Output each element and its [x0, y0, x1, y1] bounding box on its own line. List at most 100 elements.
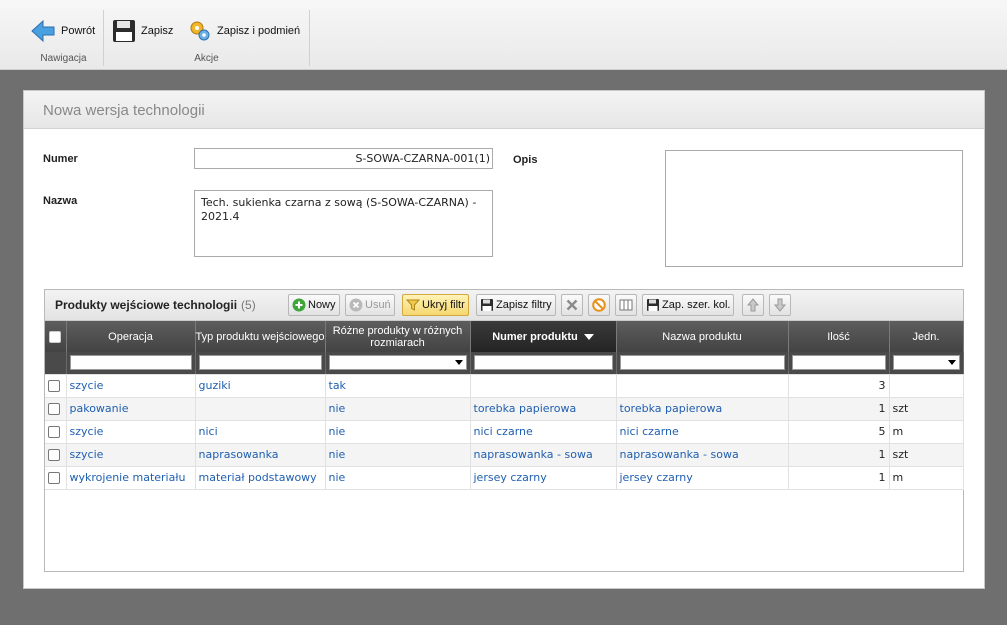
filter-unit-select[interactable]	[892, 355, 960, 371]
grid-title: Produkty wejściowe technologii (5)	[55, 298, 256, 312]
funnel-icon	[406, 299, 420, 311]
filter-spacer	[45, 352, 67, 375]
columns-button[interactable]	[615, 294, 637, 316]
floppy-disk-icon	[113, 20, 135, 42]
number-field[interactable]: S-SOWA-CZARNA-001(1)	[194, 148, 493, 169]
different-sizes-link[interactable]: nie	[329, 425, 346, 438]
arrow-down-icon	[773, 298, 787, 312]
select-all-checkbox[interactable]	[45, 321, 67, 352]
product-name-link[interactable]: jersey czarny	[620, 471, 693, 484]
sort-desc-icon	[583, 333, 594, 340]
reset-button[interactable]	[588, 294, 610, 316]
floppy-disk-icon	[481, 299, 493, 311]
name-label: Nazwa	[43, 195, 78, 207]
name-field[interactable]: Tech. sukienka czarna z sową (S-SOWA-CZA…	[194, 190, 493, 257]
row-checkbox[interactable]	[48, 449, 60, 461]
product-name-link[interactable]: torebka papierowa	[620, 402, 723, 415]
quantity-cell: 1	[788, 466, 890, 490]
column-header-operation[interactable]: Operacja	[66, 321, 196, 352]
filter-operation-input[interactable]	[69, 355, 192, 371]
different-sizes-link[interactable]: nie	[329, 402, 346, 415]
quantity-cell: 1	[788, 443, 890, 467]
column-header-product-number[interactable]: Numer produktu	[470, 321, 617, 352]
row-checkbox[interactable]	[48, 380, 60, 392]
description-field[interactable]	[665, 150, 963, 267]
navigation-caption: Nawigacja	[40, 53, 87, 64]
table-row[interactable]: wykrojenie materiału materiał podstawowy…	[45, 466, 964, 490]
unit-cell: m	[889, 466, 964, 490]
table-row[interactable]: szycie guziki tak 3	[45, 374, 964, 398]
operation-link[interactable]: szycie	[70, 379, 104, 392]
unit-cell: m	[889, 420, 964, 444]
quantity-cell: 1	[788, 397, 890, 421]
move-up-button[interactable]	[742, 294, 764, 316]
product-number-link[interactable]: naprasowanka - sowa	[474, 448, 593, 461]
save-and-replace-button[interactable]: Zapisz i podmień	[188, 16, 300, 46]
clear-filters-button[interactable]	[561, 294, 583, 316]
grid-toolbar: Produkty wejściowe technologii (5) Nowy U…	[45, 290, 963, 321]
floppy-disk-icon	[647, 299, 659, 311]
table-row[interactable]: szycie naprasowanka nie naprasowanka - s…	[45, 443, 964, 467]
new-button[interactable]: Nowy	[288, 294, 340, 316]
input-type-link[interactable]: materiał podstawowy	[199, 471, 317, 484]
product-number-header-label: Numer produktu	[492, 330, 578, 343]
filter-input-type-input[interactable]	[198, 355, 322, 371]
hide-filter-button[interactable]: Ukryj filtr	[402, 294, 469, 316]
ribbon-group-actions: Zapisz Zapisz i podmień Akcje	[104, 10, 310, 66]
save-and-replace-label: Zapisz i podmień	[217, 25, 301, 37]
columns-icon	[619, 299, 633, 311]
different-sizes-link[interactable]: tak	[329, 379, 346, 392]
operation-link[interactable]: szycie	[70, 448, 104, 461]
new-label: Nowy	[308, 299, 336, 311]
grid-count: (5)	[241, 298, 256, 312]
product-number-link[interactable]: jersey czarny	[474, 471, 547, 484]
unit-cell	[889, 374, 964, 398]
different-sizes-link[interactable]: nie	[329, 448, 346, 461]
ribbon-group-navigation: Powrót Nawigacja	[24, 10, 104, 66]
back-button[interactable]: Powrót	[30, 16, 95, 46]
row-checkbox[interactable]	[48, 426, 60, 438]
filter-quantity-input[interactable]	[791, 355, 886, 371]
quantity-cell: 3	[788, 374, 890, 398]
panel-header: Nowa wersja technologii	[24, 91, 984, 129]
save-button[interactable]: Zapisz	[112, 16, 173, 46]
page-title: Nowa wersja technologii	[43, 102, 205, 119]
column-header-unit[interactable]: Jedn.	[889, 321, 964, 352]
operation-link[interactable]: szycie	[70, 425, 104, 438]
column-header-different-sizes[interactable]: Różne produkty w różnych rozmiarach	[325, 321, 471, 352]
input-type-link[interactable]: nici	[199, 425, 218, 438]
filter-different-sizes-select[interactable]	[328, 355, 467, 371]
filter-row	[45, 352, 964, 375]
save-filters-label: Zapisz filtry	[496, 299, 552, 311]
hide-filter-label: Ukryj filtr	[422, 299, 465, 311]
technology-form-panel: Nowa wersja technologii Numer S-SOWA-CZA…	[23, 90, 985, 589]
filter-product-number-input[interactable]	[473, 355, 613, 371]
no-entry-icon	[592, 298, 606, 312]
gears-icon	[190, 21, 210, 41]
table-row[interactable]: pakowanie nie torebka papierowa torebka …	[45, 397, 964, 421]
save-filters-button[interactable]: Zapisz filtry	[476, 294, 556, 316]
arrow-up-icon	[746, 298, 760, 312]
input-type-link[interactable]: naprasowanka	[199, 448, 279, 461]
product-name-link[interactable]: naprasowanka - sowa	[620, 448, 739, 461]
delete-button[interactable]: Usuń	[345, 294, 395, 316]
save-label: Zapisz	[141, 25, 174, 37]
row-checkbox[interactable]	[48, 472, 60, 484]
input-type-link[interactable]: guziki	[199, 379, 231, 392]
product-number-link[interactable]: torebka papierowa	[474, 402, 577, 415]
column-header-input-type[interactable]: Typ produktu wejściowego	[195, 321, 326, 352]
product-name-link[interactable]: nici czarne	[620, 425, 679, 438]
column-header-product-name[interactable]: Nazwa produktu	[616, 321, 789, 352]
column-header-quantity[interactable]: Ilość	[788, 321, 890, 352]
save-column-width-button[interactable]: Zap. szer. kol.	[642, 294, 735, 316]
operation-link[interactable]: pakowanie	[70, 402, 129, 415]
row-checkbox[interactable]	[48, 403, 60, 415]
table-row[interactable]: szycie nici nie nici czarne nici czarne …	[45, 420, 964, 444]
product-number-link[interactable]: nici czarne	[474, 425, 533, 438]
different-sizes-link[interactable]: nie	[329, 471, 346, 484]
quantity-cell: 5	[788, 420, 890, 444]
move-down-button[interactable]	[769, 294, 791, 316]
operation-link[interactable]: wykrojenie materiału	[70, 471, 186, 484]
filter-product-name-input[interactable]	[619, 355, 785, 371]
save-column-width-label: Zap. szer. kol.	[662, 299, 731, 311]
